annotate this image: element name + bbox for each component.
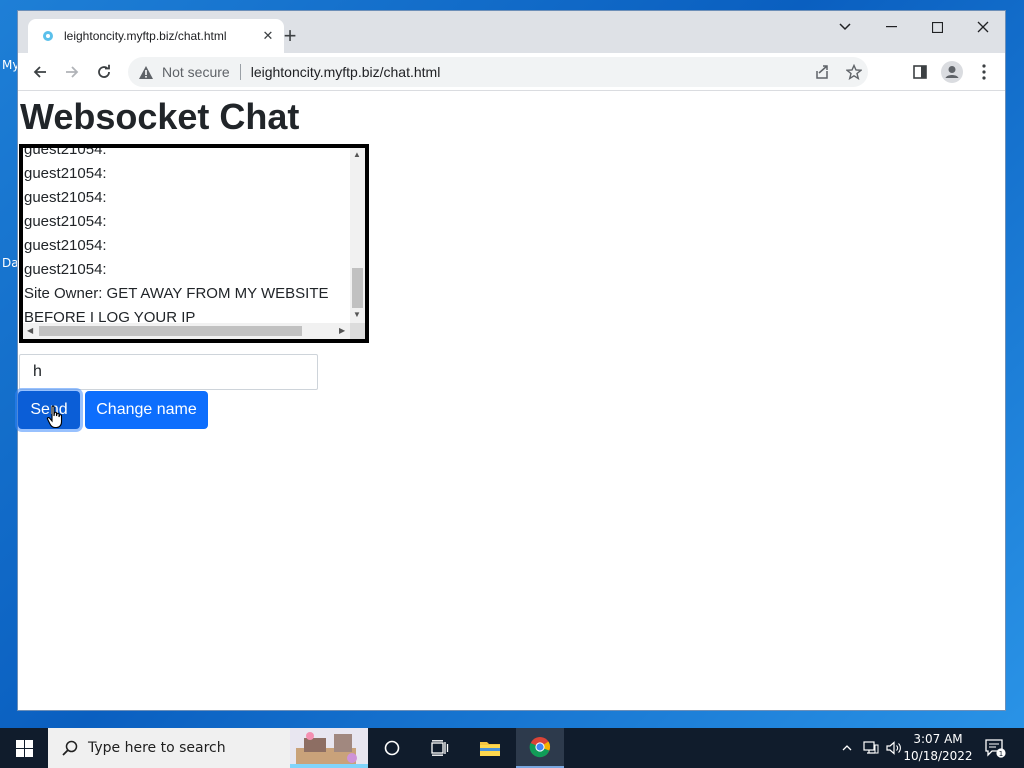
horizontal-scroll-thumb[interactable] — [39, 326, 302, 336]
scroll-down-icon[interactable]: ▼ — [353, 310, 361, 319]
chat-lines: guest21054: guest21054: guest21054: gues… — [24, 144, 344, 330]
task-view-icon[interactable] — [416, 728, 464, 768]
share-icon[interactable] — [814, 64, 830, 80]
windows-start-button[interactable] — [0, 728, 48, 768]
chat-message: guest21054: — [24, 144, 107, 158]
warning-icon[interactable] — [138, 64, 154, 80]
taskbar-search[interactable]: Type here to search — [48, 728, 368, 768]
cortana-icon[interactable] — [368, 728, 416, 768]
scroll-right-icon[interactable]: ▶ — [339, 326, 345, 335]
menu-icon[interactable] — [970, 58, 998, 86]
hand-cursor-icon — [46, 405, 63, 429]
search-placeholder: Type here to search — [88, 740, 226, 756]
url-text[interactable]: leightoncity.myftp.biz/chat.html — [251, 64, 441, 80]
chat-message: guest21054: — [24, 237, 107, 254]
chrome-icon[interactable] — [516, 728, 564, 768]
taskbar: Type here to search 3:07 AM 10/18/2022 1 — [0, 728, 1024, 768]
globe-icon — [40, 28, 56, 44]
chat-message: guest21054: — [24, 261, 107, 278]
address-bar[interactable]: Not secure leightoncity.myftp.biz/chat.h… — [128, 57, 868, 87]
horizontal-scrollbar[interactable]: ◀ ▶ — [23, 323, 365, 339]
vertical-scroll-thumb[interactable] — [352, 268, 363, 308]
browser-toolbar: Not secure leightoncity.myftp.biz/chat.h… — [18, 53, 1005, 91]
tab-search-icon[interactable] — [822, 11, 868, 43]
separator — [239, 64, 241, 80]
chat-message: guest21054: — [24, 165, 107, 182]
message-input[interactable]: h — [19, 354, 318, 390]
search-icon — [62, 740, 78, 756]
scroll-corner — [350, 323, 365, 339]
browser-tab[interactable]: leightoncity.myftp.biz/chat.html ✕ — [28, 19, 284, 53]
maximize-button[interactable] — [914, 11, 960, 43]
network-icon[interactable] — [860, 728, 882, 768]
tab-strip: leightoncity.myftp.biz/chat.html ✕ + — [18, 11, 1005, 53]
back-icon[interactable] — [26, 58, 54, 86]
new-tab-button[interactable]: + — [278, 25, 302, 49]
scroll-up-icon[interactable]: ▲ — [353, 150, 361, 159]
close-window-button[interactable] — [960, 11, 1006, 43]
profile-icon[interactable] — [938, 58, 966, 86]
vertical-scrollbar[interactable]: ▲ ▼ — [350, 148, 365, 323]
side-panel-icon[interactable] — [906, 58, 934, 86]
forward-icon[interactable] — [58, 58, 86, 86]
clock-time: 3:07 AM — [913, 732, 963, 746]
chat-log[interactable]: guest21054: guest21054: guest21054: gues… — [19, 144, 369, 343]
minimize-button[interactable] — [868, 11, 914, 43]
notification-count: 1 — [999, 750, 1003, 758]
chat-message: Site Owner: GET AWAY FROM MY WEBSITE — [24, 285, 329, 302]
chevron-up-icon[interactable] — [838, 728, 856, 768]
scroll-left-icon[interactable]: ◀ — [27, 326, 33, 335]
security-status[interactable]: Not secure — [162, 64, 230, 80]
page-content: Websocket Chat guest21054: guest21054: g… — [18, 92, 1005, 710]
chat-message: guest21054: — [24, 189, 107, 206]
notification-center-icon[interactable]: 1 — [980, 728, 1010, 768]
search-highlight-illustration — [290, 728, 368, 768]
chat-message: guest21054: — [24, 213, 107, 230]
browser-window: leightoncity.myftp.biz/chat.html ✕ + Not… — [17, 10, 1006, 711]
close-tab-icon[interactable]: ✕ — [260, 28, 276, 44]
reload-icon[interactable] — [90, 58, 118, 86]
clock-date: 10/18/2022 — [903, 749, 973, 763]
change-name-button[interactable]: Change name — [85, 391, 208, 429]
star-icon[interactable] — [845, 63, 863, 81]
tab-title: leightoncity.myftp.biz/chat.html — [64, 29, 227, 43]
system-clock[interactable]: 3:07 AM 10/18/2022 — [900, 731, 976, 765]
windows-logo-icon — [15, 739, 33, 757]
page-title: Websocket Chat — [20, 96, 300, 137]
file-explorer-icon[interactable] — [466, 728, 514, 768]
